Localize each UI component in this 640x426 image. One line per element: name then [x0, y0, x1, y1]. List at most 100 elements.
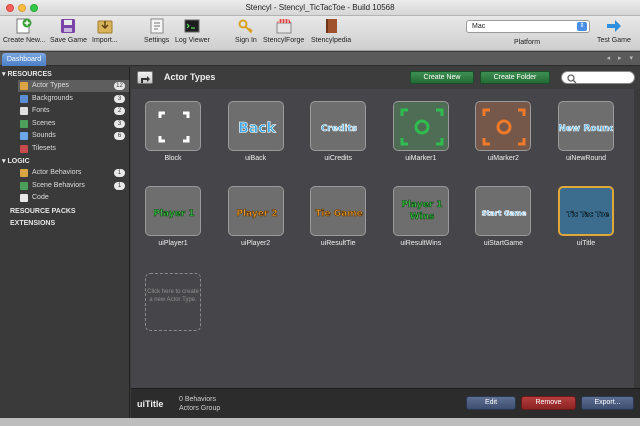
sidebar-item-backgrounds[interactable]: Backgrounds 3 [18, 93, 129, 105]
fonts-icon [20, 107, 28, 116]
actor-thumbnail [145, 101, 201, 151]
resources-heading[interactable]: ▾ RESOURCES [2, 70, 52, 78]
actor-art [393, 102, 448, 150]
platform-label: Platform [514, 39, 541, 46]
create-new-button[interactable]: Create New... [3, 18, 45, 44]
actor-thumbnail [475, 101, 532, 151]
behavior-count: 0 Behaviors [179, 396, 216, 403]
actor-group: Actors Group [179, 405, 221, 412]
save-game-button[interactable]: Save Game [50, 18, 87, 44]
close-window-button[interactable] [6, 4, 14, 12]
actor-label: uiStartGame [483, 240, 524, 247]
svg-text:Wins: Wins [409, 212, 434, 222]
sidebar-item-code[interactable]: Code [18, 192, 129, 204]
sidebar-item-fonts[interactable]: Fonts 2 [18, 105, 129, 117]
up-arrow-icon [141, 76, 150, 83]
edit-button[interactable]: Edit [466, 396, 516, 410]
sign-in-button[interactable]: Sign In [235, 18, 257, 44]
actor-label: uiCredits [324, 155, 352, 162]
actor-art: Player 2 [236, 209, 278, 220]
scene-behaviors-icon [20, 181, 28, 190]
count-badge: 1 [114, 181, 125, 190]
count-badge: 3 [114, 119, 125, 128]
toolbar: Create New... Save Game Import... Settin… [0, 16, 640, 51]
actor-label: uiResultTie [320, 240, 356, 247]
stencylpedia-button[interactable]: Stencylpedia [311, 18, 351, 44]
tab-navigation-arrows[interactable]: ◂ ▸ ▾ [607, 54, 636, 62]
svg-text:Tie Game: Tie Game [315, 209, 362, 219]
selected-actor-details: 0 Behaviors Actors Group [179, 395, 220, 413]
tab-bar: Dashboard ◂ ▸ ▾ [0, 52, 640, 66]
terminal-icon [184, 18, 200, 34]
create-folder-button[interactable]: Create Folder [480, 71, 550, 84]
actor-thumbnail [392, 101, 449, 151]
import-button[interactable]: Import... [92, 18, 118, 44]
svg-text:Player 2: Player 2 [236, 209, 277, 219]
svg-text:Tic Tac Toe: Tic Tac Toe [567, 210, 610, 218]
count-badge: 3 [114, 94, 125, 103]
book-icon [323, 18, 339, 34]
sidebar-item-label: Fonts [32, 107, 50, 115]
sidebar-item-scenes[interactable]: Scenes 3 [18, 118, 129, 130]
minimize-window-button[interactable] [18, 4, 26, 12]
sidebar-item-label: Sounds [32, 132, 56, 140]
platform-select[interactable]: Mac ⇕ [466, 20, 590, 33]
log-viewer-button[interactable]: Log Viewer [175, 18, 210, 44]
search-icon [567, 74, 577, 84]
actor-label: uiPlayer2 [241, 240, 271, 247]
actor-art [476, 102, 531, 150]
sidebar-item-sounds[interactable]: Sounds 6 [18, 130, 129, 142]
actor-label: uiResultWins [400, 240, 442, 247]
actor-thumbnail: New Round [558, 101, 614, 151]
create-actor-placeholder[interactable]: Click here to create a new Actor Type. [145, 273, 201, 331]
sidebar-item-tilesets[interactable]: Tilesets [18, 143, 129, 155]
up-folder-button[interactable] [137, 71, 153, 84]
floppy-disk-icon [60, 18, 76, 34]
actor-label: uiBack [245, 155, 267, 162]
logic-heading[interactable]: ▾ LOGIC [2, 157, 30, 165]
sidebar-item-label: Actor Types [32, 82, 69, 89]
extensions-heading[interactable]: EXTENSIONS [10, 220, 55, 227]
tab-dashboard[interactable]: Dashboard [2, 53, 46, 66]
resource-packs-heading[interactable]: RESOURCE PACKS [10, 208, 76, 215]
zoom-window-button[interactable] [30, 4, 38, 12]
count-badge: 2 [114, 107, 125, 116]
sidebar-item-scene-behaviors[interactable]: Scene Behaviors 1 [18, 180, 129, 192]
actor-thumbnail: Player 2 [227, 186, 284, 236]
actor-label: uiTitle [576, 240, 596, 247]
count-badge: 12 [114, 82, 125, 90]
count-badge: 1 [114, 169, 125, 177]
stencylforge-button[interactable]: StencylForge [263, 18, 304, 44]
sidebar-item-label: Backgrounds [32, 94, 73, 102]
main-header: Actor Types Create New Create Folder [131, 67, 640, 89]
actor-types-grid: Block Back uiBack Credits uiCredits uiMarker1… [131, 89, 640, 388]
actor-behaviors-icon [20, 169, 28, 177]
actor-art: New Round [559, 124, 613, 135]
sidebar-item-actor-types[interactable]: Actor Types 12 [18, 80, 129, 92]
export-button[interactable]: Export... [581, 396, 634, 410]
search-input[interactable] [561, 71, 635, 84]
play-arrow-icon [606, 18, 622, 34]
actor-thumbnail: Tic Tac Toe [558, 186, 614, 236]
sidebar-item-label: Actor Behaviors [32, 169, 82, 176]
sidebar-item-actor-behaviors[interactable]: Actor Behaviors 1 [18, 167, 129, 179]
svg-text:Credits: Credits [321, 124, 357, 134]
create-new-actor-button[interactable]: Create New [410, 71, 474, 84]
actor-art [158, 111, 190, 143]
actor-thumbnail: Start Game [475, 186, 532, 236]
actor-thumbnail: Tie Game [310, 186, 367, 236]
title-bar: Stencyl - Stencyl_TicTacToe - Build 1056… [0, 0, 640, 16]
remove-button[interactable]: Remove [521, 396, 576, 410]
settings-page-icon [149, 18, 165, 34]
window-title: Stencyl - Stencyl_TicTacToe - Build 1056… [245, 3, 395, 12]
svg-text:Player 1: Player 1 [153, 209, 194, 219]
sidebar: ▾ RESOURCES Actor Types 12 Backgrounds 3 Fon… [0, 67, 130, 418]
actor-art: Back [237, 120, 276, 137]
svg-text:Back: Back [238, 121, 276, 137]
actor-label: uiMarker2 [487, 155, 519, 162]
test-game-button[interactable]: Test Game [597, 18, 631, 44]
actor-label: Block [164, 155, 182, 162]
grid-scrollbar[interactable] [634, 89, 640, 388]
backgrounds-icon [20, 94, 28, 103]
settings-button[interactable]: Settings [144, 18, 169, 44]
